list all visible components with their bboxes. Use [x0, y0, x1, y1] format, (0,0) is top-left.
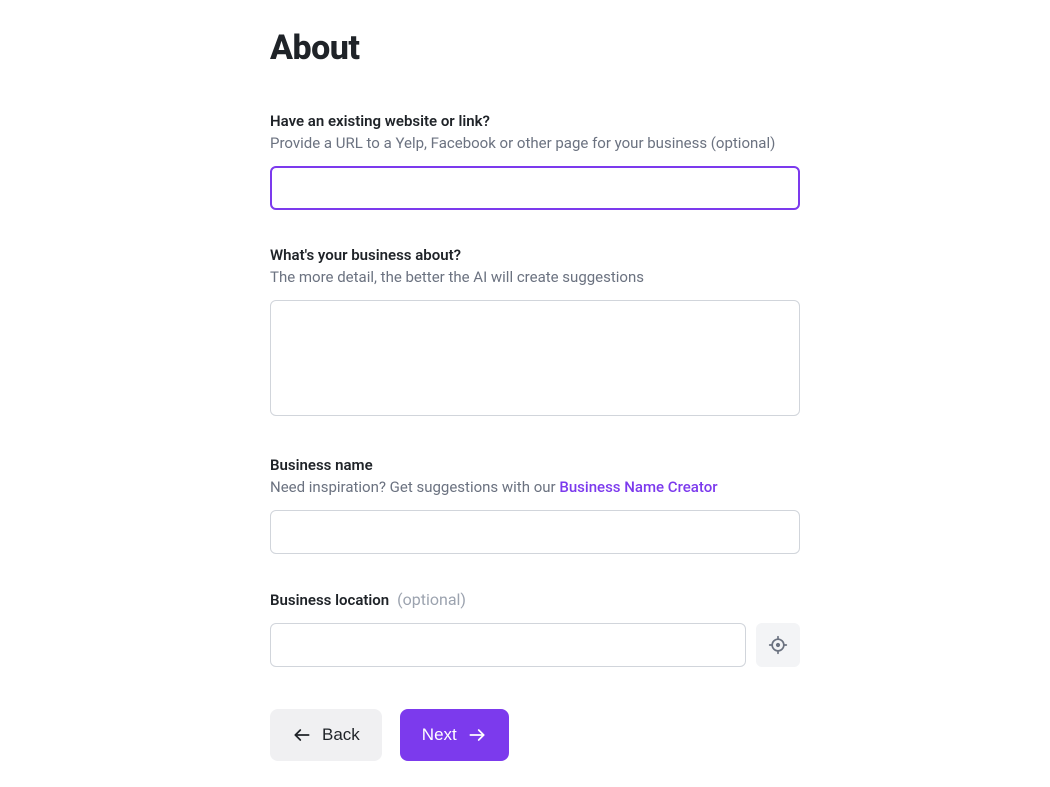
arrow-right-icon [467, 725, 487, 745]
arrow-left-icon [292, 725, 312, 745]
crosshair-icon [768, 635, 788, 655]
location-input[interactable] [270, 623, 746, 667]
page-title: About [270, 28, 800, 68]
about-textarea[interactable] [270, 300, 800, 416]
website-label: Have an existing website or link? [270, 112, 800, 130]
website-help: Provide a URL to a Yelp, Facebook or oth… [270, 134, 800, 152]
business-name-input[interactable] [270, 510, 800, 554]
next-button[interactable]: Next [400, 709, 509, 761]
business-name-label: Business name [270, 456, 800, 474]
business-name-creator-link[interactable]: Business Name Creator [559, 478, 717, 496]
about-help: The more detail, the better the AI will … [270, 268, 800, 286]
geolocate-button[interactable] [756, 623, 800, 667]
nav-row: Back Next [270, 709, 800, 761]
back-button[interactable]: Back [270, 709, 382, 761]
about-label: What's your business about? [270, 246, 800, 264]
website-input[interactable] [270, 166, 800, 210]
location-optional-tag: (optional) [397, 590, 466, 609]
business-name-help: Need inspiration? Get suggestions with o… [270, 478, 800, 496]
next-button-label: Next [422, 725, 457, 745]
location-label: Business location [270, 591, 389, 609]
business-name-field-group: Business name Need inspiration? Get sugg… [270, 456, 800, 554]
website-field-group: Have an existing website or link? Provid… [270, 112, 800, 210]
location-field-group: Business location (optional) [270, 590, 800, 667]
about-field-group: What's your business about? The more det… [270, 246, 800, 420]
business-name-help-text: Need inspiration? Get suggestions with o… [270, 478, 559, 496]
back-button-label: Back [322, 725, 360, 745]
